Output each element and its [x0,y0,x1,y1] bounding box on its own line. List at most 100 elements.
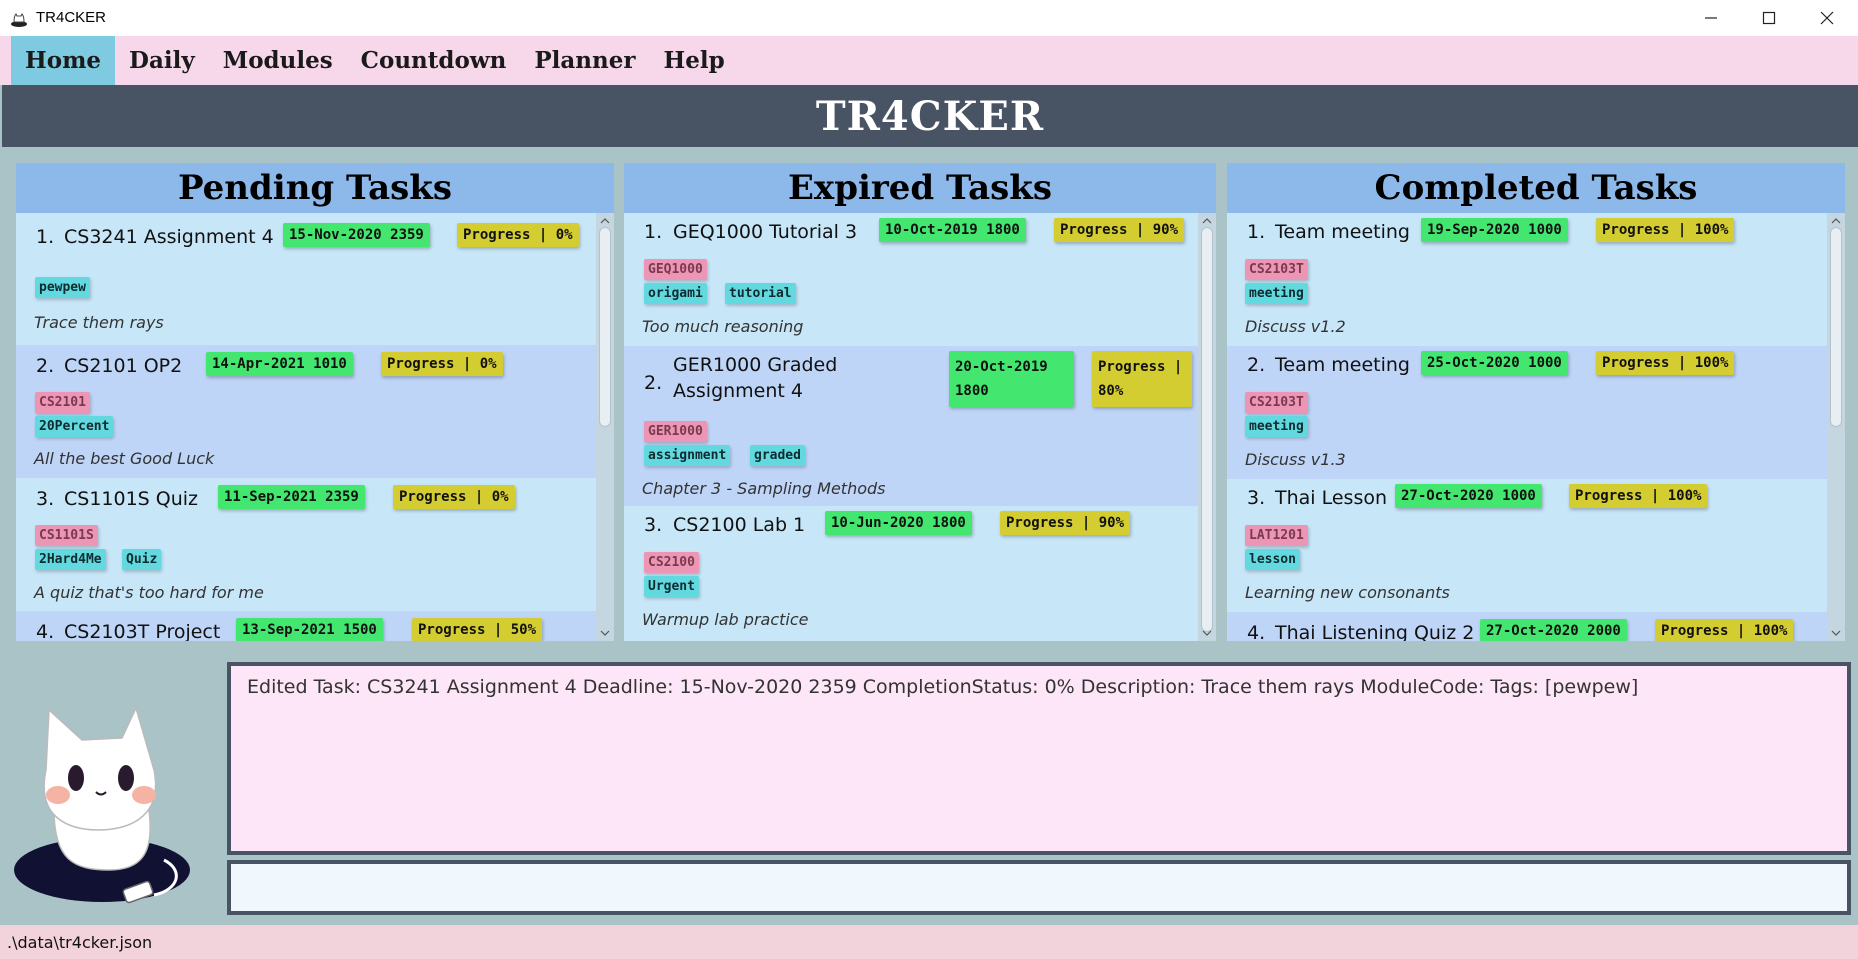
task-description: Too much reasoning [642,317,804,336]
deadline-chip: 10-Jun-2020 1800 [825,511,972,535]
menu-daily[interactable]: Daily [115,36,209,85]
module-tag: GEQ1000 [644,259,707,280]
task-description: Discuss v1.2 [1245,317,1346,336]
status-bar: .\data\tr4cker.json [0,925,1858,959]
module-tag: LAT1201 [1245,525,1308,546]
task-description: All the best Good Luck [34,449,215,468]
app-cat-icon [11,13,27,27]
expired-tasks-panel: Expired Tasks 1. GEQ1000 Tutorial 3 10-O… [624,163,1216,641]
pending-tasks-panel: Pending Tasks 1. CS3241 Assignment 4 15-… [16,163,614,641]
scroll-up-icon[interactable] [1831,216,1841,226]
progress-chip: Progress | 90% [1054,218,1185,242]
menu-home[interactable]: Home [11,36,116,85]
task-name: Thai Listening Quiz 2 [1275,622,1475,641]
app-header: TR4CKER [2,85,1858,147]
task-name: Thai Lesson [1275,487,1388,509]
task-tag: 2Hard4Me [35,549,106,570]
task-card[interactable]: 4. Thai Listening Quiz 2 27-Oct-2020 200… [1227,612,1827,641]
data-file-path: .\data\tr4cker.json [7,933,153,952]
menu-countdown[interactable]: Countdown [347,36,521,85]
task-tag: Urgent [644,576,699,597]
progress-chip: Progress | 0% [381,352,503,376]
completed-tasks-title: Completed Tasks [1374,168,1698,208]
deadline-chip: 14-Apr-2021 1010 [206,352,353,376]
task-card[interactable]: 1. GEQ1000 Tutorial 3 10-Oct-2019 1800 P… [624,213,1198,346]
menu-modules[interactable]: Modules [209,36,347,85]
task-card[interactable]: 4. CS2103T Project 13-Sep-2021 1500 Prog… [16,611,596,641]
task-description: Learning new consonants [1245,583,1450,602]
menu-planner[interactable]: Planner [520,36,649,85]
task-tag: origami [644,283,707,304]
task-name: CS1101S Quiz [64,488,199,510]
scroll-down-icon[interactable] [1202,628,1212,638]
maximize-button[interactable] [1740,0,1798,36]
task-number: 1. [1247,221,1266,243]
progress-chip: Progress | 0% [457,223,579,247]
task-name: Team meeting [1275,354,1410,376]
task-name: GER1000 Graded Assignment 4 [673,354,838,402]
module-tag: CS2103T [1245,392,1308,413]
minimize-icon [1705,17,1717,19]
pending-scrollbar[interactable] [596,213,614,641]
scroll-up-icon[interactable] [1202,216,1212,226]
task-card[interactable]: 2. GER1000 Graded Assignment 4 20-Oct-20… [624,346,1198,506]
expired-task-list[interactable]: 1. GEQ1000 Tutorial 3 10-Oct-2019 1800 P… [624,213,1198,641]
task-number: 1. [36,226,55,248]
task-description: Chapter 3 - Sampling Methods [642,479,886,498]
progress-chip: Progress | 90% [1000,511,1131,535]
close-button[interactable] [1798,0,1856,36]
menu-help[interactable]: Help [649,36,738,85]
deadline-chip: 11-Sep-2021 2359 [218,485,365,509]
command-input[interactable] [231,864,1847,911]
deadline-chip: 19-Sep-2020 1000 [1421,218,1568,242]
maximize-icon [1762,11,1776,25]
task-card[interactable]: 2. CS2101 OP2 14-Apr-2021 1010 Progress … [16,345,596,478]
task-number: 4. [36,621,55,641]
scroll-thumb[interactable] [599,227,611,427]
window-title: TR4CKER [36,9,107,26]
task-name: CS2100 Lab 1 [673,514,806,536]
pending-tasks-title: Pending Tasks [178,168,452,208]
completed-tasks-header: Completed Tasks [1227,163,1845,213]
task-tag: pewpew [35,277,90,298]
deadline-chip: 27-Oct-2020 2000 [1480,619,1627,641]
task-card[interactable]: 3. Thai Lesson 27-Oct-2020 1000 Progress… [1227,479,1827,612]
scroll-down-icon[interactable] [1831,628,1841,638]
mascot-cat-icon [14,705,190,904]
task-card[interactable]: 2. Team meeting 25-Oct-2020 1000 Progres… [1227,346,1827,479]
completed-task-list[interactable]: 1. Team meeting 19-Sep-2020 1000 Progres… [1227,213,1827,641]
task-card[interactable]: 3. CS2100 Lab 1 10-Jun-2020 1800 Progres… [624,506,1198,641]
scroll-up-icon[interactable] [600,216,610,226]
task-tag: lesson [1245,549,1300,570]
deadline-chip: 10-Oct-2019 1800 [879,218,1026,242]
completed-scrollbar[interactable] [1827,213,1845,641]
scroll-down-icon[interactable] [600,628,610,638]
task-tag: graded [750,445,805,466]
task-number: 3. [1247,487,1266,509]
progress-chip: Progress | 100% [1596,218,1735,242]
task-description: Trace them rays [34,313,164,332]
deadline-chip: 27-Oct-2020 1000 [1395,484,1542,508]
task-card[interactable]: 1. CS3241 Assignment 4 15-Nov-2020 2359 … [16,213,596,345]
deadline-chip: 25-Oct-2020 1000 [1421,351,1568,375]
task-tag: assignment [644,445,731,466]
module-tag: GER1000 [644,421,707,442]
task-card[interactable]: 1. Team meeting 19-Sep-2020 1000 Progres… [1227,213,1827,346]
task-tag: meeting [1245,283,1308,304]
task-number: 2. [644,372,663,394]
task-card[interactable]: 3. CS1101S Quiz 11-Sep-2021 2359 Progres… [16,478,596,611]
scroll-thumb[interactable] [1201,227,1213,632]
scroll-thumb[interactable] [1830,227,1842,427]
close-icon [1820,11,1834,25]
module-tag: CS2100 [644,552,699,573]
task-number: 3. [644,514,663,536]
progress-chip: Progress | 100% [1655,619,1794,641]
pending-task-list[interactable]: 1. CS3241 Assignment 4 15-Nov-2020 2359 … [16,213,596,641]
module-tag: CS1101S [35,525,98,546]
task-tag: tutorial [725,283,796,304]
expired-scrollbar[interactable] [1198,213,1216,641]
module-tag: CS2101 [35,392,90,413]
progress-chip: Progress | 80% [1092,351,1192,407]
minimize-button[interactable] [1682,0,1740,36]
task-name: CS2101 OP2 [64,355,183,377]
